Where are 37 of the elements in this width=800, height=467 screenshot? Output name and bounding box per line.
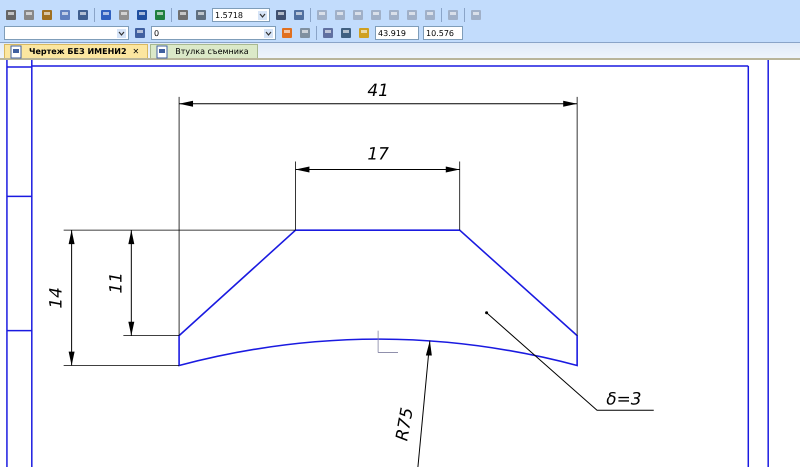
tool-icon[interactable] — [135, 8, 149, 22]
layer-field[interactable]: 0 — [151, 26, 276, 40]
tool-icon[interactable] — [133, 26, 147, 40]
tool-icon[interactable] — [292, 8, 306, 22]
tool-icon[interactable] — [76, 8, 90, 22]
tool-icon[interactable] — [99, 8, 113, 22]
tool-icon[interactable] — [58, 8, 72, 22]
dimension-text: 17 — [367, 144, 389, 164]
style-field[interactable] — [4, 26, 129, 40]
zoom-field[interactable]: 1.5718 — [212, 8, 270, 22]
origin-axes-icon — [378, 330, 398, 353]
caret-icon[interactable] — [258, 10, 267, 20]
tool-icon[interactable] — [40, 8, 54, 22]
dimension-text: δ=3 — [606, 388, 642, 408]
tool-icon[interactable] — [339, 26, 353, 40]
document-icon — [155, 44, 170, 58]
dimension-text: 41 — [367, 80, 389, 100]
dimension-text: 14 — [46, 287, 66, 309]
document-tab[interactable]: Чертеж БЕЗ ИМЕНИ2 ✕ — [4, 44, 148, 58]
coordinate-field[interactable]: 43.919 — [375, 26, 419, 40]
tool-icon[interactable] — [153, 8, 167, 22]
document-tab[interactable]: Втулка съемника — [150, 44, 258, 58]
caret-icon[interactable] — [264, 28, 273, 38]
tool-icon[interactable] — [176, 8, 190, 22]
tab-label: Чертеж БЕЗ ИМЕНИ2 — [29, 47, 127, 56]
document-icon — [9, 44, 23, 58]
close-button[interactable]: ✕ — [132, 47, 140, 56]
caret-icon[interactable] — [117, 28, 126, 38]
tool-icon[interactable] — [321, 26, 335, 40]
tool-icon[interactable] — [22, 8, 36, 22]
tool-icon[interactable] — [194, 8, 208, 22]
dimension-text: 11 — [105, 272, 126, 294]
coordinate-field[interactable]: 10.576 — [423, 26, 463, 40]
tool-icon[interactable] — [4, 8, 18, 22]
tool-icon[interactable] — [274, 8, 288, 22]
dimension-text: R75 — [391, 406, 417, 442]
tab-label: Втулка съемника — [175, 47, 249, 56]
